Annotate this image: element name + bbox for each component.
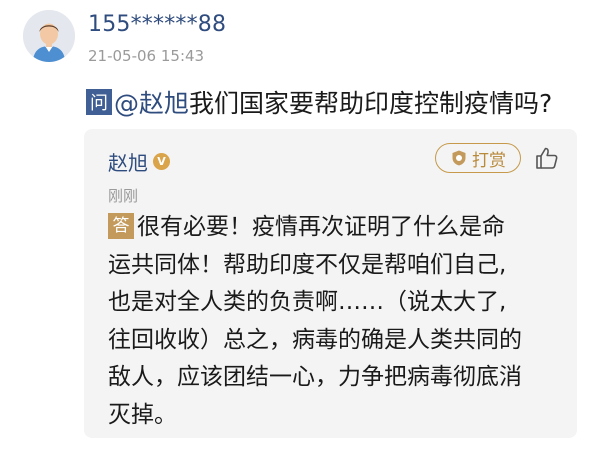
- answer-line-text: 很有必要！疫情再次证明了什么是命: [137, 214, 505, 240]
- post-timestamp: 21-05-06 15:43: [88, 47, 205, 65]
- verified-v-icon: V: [153, 153, 170, 170]
- answer-line: 灭掉。: [108, 401, 177, 428]
- answer-time: 刚刚: [108, 187, 139, 205]
- question-mention-link[interactable]: @赵旭: [114, 84, 189, 120]
- thumbs-up-icon: [536, 147, 558, 169]
- answer-line: 答很有必要！疫情再次证明了什么是命: [108, 209, 558, 247]
- answer-author-name[interactable]: 赵旭: [108, 147, 148, 176]
- coin-shield-icon: [450, 149, 468, 167]
- user-avatar-icon[interactable]: [23, 10, 75, 62]
- question-text: 我们国家要帮助印度控制疫情吗?: [189, 89, 553, 118]
- like-button[interactable]: [533, 144, 561, 172]
- tip-button[interactable]: 打赏: [435, 143, 521, 173]
- answer-card: 赵旭 V 打赏 刚刚 答很有必要！疫情再次证明了什么是命 运共同体！帮助印度不仅…: [84, 129, 577, 438]
- answer-line: 也是对全人类的负责啊……（说太大了,: [108, 289, 507, 315]
- question: 问 @赵旭 我们国家要帮助印度控制疫情吗?: [86, 84, 552, 120]
- answer-line: 敌人，应该团结一心，力争把病毒彻底消: [108, 364, 522, 390]
- answer-author: 赵旭 V: [108, 147, 170, 176]
- tip-button-label: 打赏: [472, 150, 506, 171]
- answer-body: 答很有必要！疫情再次证明了什么是命 运共同体！帮助印度不仅是帮咱们自己, 也是对…: [108, 209, 558, 434]
- answer-line: 运共同体！帮助印度不仅是帮咱们自己,: [108, 251, 507, 278]
- question-badge: 问: [86, 89, 112, 115]
- qa-post: 155******88 21-05-06 15:43 问 @赵旭 我们国家要帮助…: [0, 0, 600, 456]
- answer-badge: 答: [108, 213, 134, 239]
- answer-line: 往回收收）总之，病毒的确是人类共同的: [108, 326, 522, 353]
- username[interactable]: 155******88: [88, 12, 226, 37]
